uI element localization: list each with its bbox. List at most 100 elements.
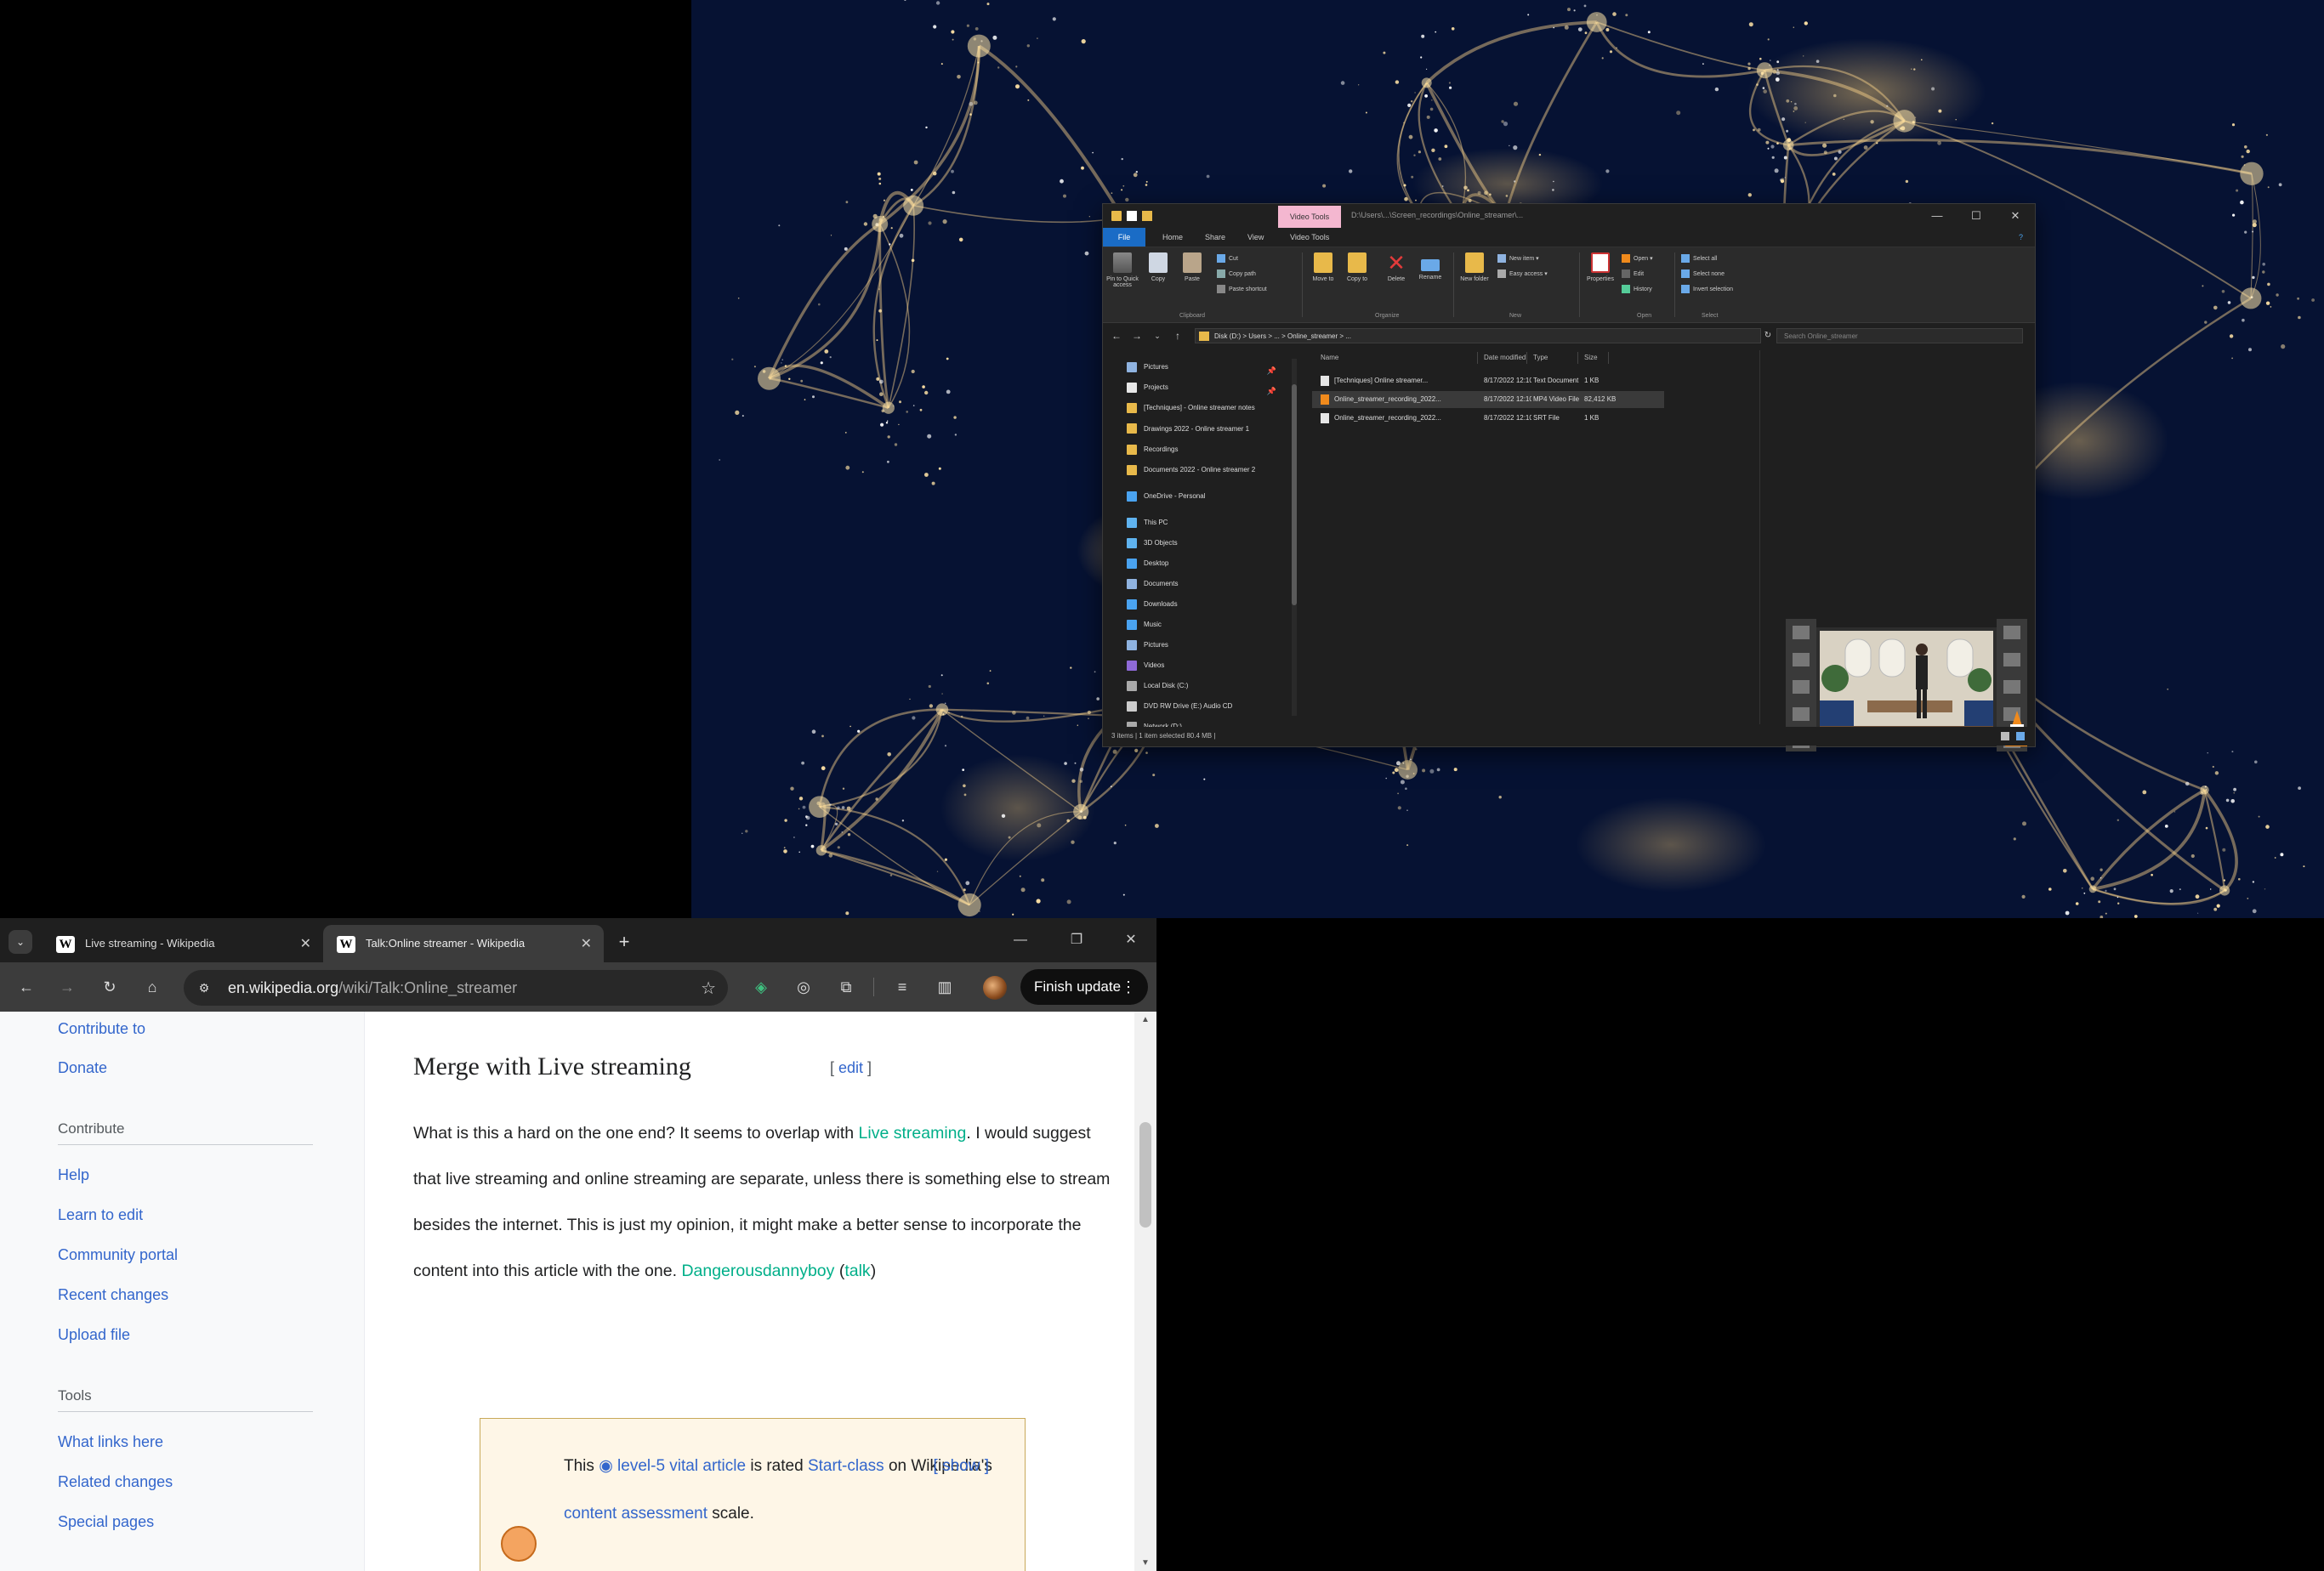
- profile-avatar[interactable]: [983, 976, 1007, 1000]
- page-scrollbar[interactable]: ▲ ▼: [1134, 1012, 1156, 1571]
- nav-item[interactable]: OneDrive - Personal: [1127, 488, 1288, 505]
- link-vital-article[interactable]: level-5 vital article: [613, 1457, 746, 1475]
- bookmark-star-icon[interactable]: ☆: [701, 978, 716, 999]
- nav-item[interactable]: Pictures 📌: [1127, 359, 1288, 376]
- tab-file[interactable]: File: [1103, 228, 1145, 247]
- nav-item[interactable]: Documents: [1127, 576, 1288, 593]
- large-icons-view-icon[interactable]: [2016, 732, 2025, 740]
- column-header-name[interactable]: Name: [1321, 354, 1338, 361]
- copy-to-button[interactable]: Copy to: [1341, 247, 1373, 282]
- sidebar-link-special-pages[interactable]: Special pages: [58, 1513, 154, 1531]
- file-explorer-window[interactable]: Video Tools D:\Users\...\Screen_recordin…: [1102, 203, 2036, 751]
- nav-item[interactable]: Recordings: [1127, 441, 1288, 458]
- recent-locations-chevron-icon[interactable]: ⌄: [1149, 328, 1166, 343]
- sidebar-link-upload-file[interactable]: Upload file: [58, 1326, 130, 1344]
- file-row[interactable]: Online_streamer_recording_2022... 8/17/20…: [1312, 391, 1664, 408]
- chrome-window[interactable]: ⌄ W Live streaming - Wikipedia ✕ W Talk:…: [0, 918, 1156, 1571]
- tab-share[interactable]: Share: [1196, 228, 1234, 247]
- user-link[interactable]: Dangerousdannyboy: [681, 1262, 834, 1280]
- close-tab-icon[interactable]: ✕: [300, 935, 311, 952]
- sidebar-link-learn-to-edit[interactable]: Learn to edit: [58, 1206, 143, 1224]
- tab-view[interactable]: View: [1239, 228, 1272, 247]
- sidebar-link-community-portal[interactable]: Community portal: [58, 1246, 178, 1264]
- home-icon[interactable]: ⌂: [139, 974, 165, 1000]
- extension-icon[interactable]: ◈: [748, 974, 774, 1000]
- pin-icon[interactable]: 📌: [1267, 383, 1276, 396]
- column-header-size[interactable]: Size: [1584, 354, 1598, 361]
- copy-button[interactable]: Copy: [1142, 247, 1174, 282]
- nav-item[interactable]: Videos: [1127, 657, 1288, 674]
- sidebar-link-what-links-here[interactable]: What links here: [58, 1433, 163, 1451]
- nav-item[interactable]: Desktop: [1127, 555, 1288, 572]
- camera-icon[interactable]: ◎: [791, 974, 816, 1000]
- history-button[interactable]: History: [1622, 285, 1652, 293]
- cut-button[interactable]: Cut: [1217, 254, 1238, 263]
- invert-selection-button[interactable]: Invert selection: [1681, 285, 1733, 293]
- scrollbar-thumb[interactable]: [1139, 1122, 1151, 1228]
- edit-link[interactable]: edit: [838, 1059, 863, 1076]
- new-item-button[interactable]: New item ▾: [1497, 254, 1539, 263]
- open-button[interactable]: Open ▾: [1622, 254, 1653, 263]
- forward-arrow-icon[interactable]: →: [1128, 328, 1145, 343]
- pin-icon[interactable]: 📌: [1267, 362, 1276, 376]
- minimize-button[interactable]: —: [995, 925, 1046, 956]
- maximize-button[interactable]: ☐: [1957, 204, 1996, 228]
- forward-arrow-icon[interactable]: →: [54, 974, 80, 1000]
- edit-button[interactable]: Edit: [1622, 269, 1644, 278]
- more-menu-icon[interactable]: ⋮: [1121, 969, 1136, 1005]
- tab-talk-online-streamer[interactable]: W Talk:Online streamer - Wikipedia ✕: [323, 925, 604, 962]
- folder-icon[interactable]: [1111, 211, 1122, 221]
- file-row[interactable]: [Techniques] Online streamer... 8/17/2022…: [1312, 372, 1664, 389]
- back-arrow-icon[interactable]: ←: [14, 974, 39, 1000]
- new-folder-button[interactable]: New folder: [1458, 247, 1491, 282]
- scroll-up-icon[interactable]: ▲: [1134, 1015, 1156, 1024]
- link-live-streaming[interactable]: Live streaming: [859, 1124, 967, 1143]
- url-text[interactable]: en.wikipedia.org/wiki/Talk:Online_stream…: [228, 979, 517, 997]
- select-all-button[interactable]: Select all: [1681, 254, 1717, 263]
- section-edit-link[interactable]: [ edit ]: [830, 1059, 872, 1077]
- close-tab-icon[interactable]: ✕: [581, 935, 592, 952]
- nav-item[interactable]: Documents 2022 - Online streamer 2: [1127, 462, 1288, 479]
- site-info-icon[interactable]: ⚙: [196, 979, 213, 996]
- paste-shortcut-button[interactable]: Paste shortcut: [1217, 285, 1267, 293]
- tab-search-chevron-icon[interactable]: ⌄: [9, 930, 32, 954]
- omnibox[interactable]: ⚙ en.wikipedia.org/wiki/Talk:Online_stre…: [184, 970, 728, 1006]
- sidebar-link-help[interactable]: Help: [58, 1166, 89, 1184]
- column-header-type[interactable]: Type: [1533, 354, 1548, 361]
- restore-button[interactable]: ❐: [1051, 925, 1102, 956]
- minimize-button[interactable]: —: [1918, 204, 1957, 228]
- sidebar-link-donate[interactable]: Donate: [58, 1059, 107, 1077]
- sidebar-link-contribute-to[interactable]: Contribute to: [58, 1020, 145, 1038]
- properties-button[interactable]: Properties: [1584, 247, 1617, 282]
- nav-item[interactable]: Downloads: [1127, 596, 1288, 613]
- nav-item[interactable]: [Techniques] - Online streamer notes: [1127, 400, 1288, 417]
- rename-button[interactable]: Rename: [1414, 247, 1446, 281]
- close-window-button[interactable]: ✕: [1105, 925, 1156, 956]
- details-view-icon[interactable]: [2001, 732, 2009, 740]
- nav-item[interactable]: 3D Objects: [1127, 535, 1288, 552]
- help-icon[interactable]: ?: [2010, 228, 2031, 247]
- side-panel-icon[interactable]: ▥: [932, 974, 957, 1000]
- nav-item[interactable]: Projects 📌: [1127, 379, 1288, 396]
- banner-toggle[interactable]: [ show ]: [934, 1443, 989, 1490]
- nav-item[interactable]: Local Disk (C:): [1127, 678, 1288, 695]
- up-arrow-icon[interactable]: ↑: [1169, 328, 1186, 343]
- back-arrow-icon[interactable]: ←: [1108, 328, 1125, 343]
- link-content-assessment[interactable]: content assessment: [564, 1505, 707, 1523]
- tab-video-tools[interactable]: Video Tools: [1278, 206, 1341, 228]
- reading-list-icon[interactable]: ≡: [889, 974, 915, 1000]
- new-tab-plus-icon[interactable]: +: [612, 930, 636, 954]
- user-talk-link[interactable]: talk: [844, 1262, 870, 1280]
- sidebar-link-recent-changes[interactable]: Recent changes: [58, 1286, 168, 1304]
- pin-quick-access-button[interactable]: Pin to Quick access: [1106, 247, 1139, 288]
- nav-item[interactable]: This PC: [1127, 514, 1288, 531]
- nav-item[interactable]: Pictures: [1127, 637, 1288, 654]
- copy-path-button[interactable]: Copy path: [1217, 269, 1256, 278]
- new-folder-icon[interactable]: [1142, 211, 1152, 221]
- finish-update-button[interactable]: Finish update ⋮: [1020, 969, 1148, 1005]
- easy-access-button[interactable]: Easy access ▾: [1497, 269, 1548, 278]
- delete-button[interactable]: ✕ Delete: [1380, 247, 1412, 282]
- paste-button[interactable]: Paste: [1176, 247, 1208, 282]
- search-input[interactable]: Search Online_streamer: [1776, 328, 2023, 343]
- properties-icon[interactable]: [1127, 211, 1137, 221]
